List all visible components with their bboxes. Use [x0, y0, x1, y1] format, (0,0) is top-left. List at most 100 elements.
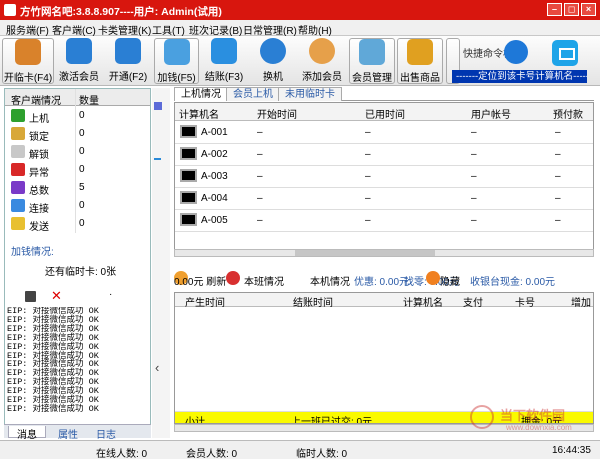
- checkout-button[interactable]: 结账(F3): [202, 38, 246, 84]
- main-tabs: 上机情况 会员上机 未用临时卡: [174, 87, 594, 101]
- close-button[interactable]: ×: [581, 3, 596, 16]
- tab-member-online[interactable]: 会员上机: [226, 87, 280, 101]
- col-add[interactable]: 增加: [571, 294, 591, 309]
- col-user-account[interactable]: 用户帐号: [471, 106, 511, 121]
- add-member-icon: [309, 38, 335, 64]
- table-row[interactable]: A-003 – – – –: [175, 166, 593, 188]
- machine-status-button[interactable]: 本机情况: [310, 273, 350, 288]
- col-start-time[interactable]: 开始时间: [257, 106, 297, 121]
- shift-status-button[interactable]: 本班情况: [244, 273, 284, 288]
- bottom-status-bar: 在线人数: 0 会员人数: 0 临时人数: 0 16:44:35: [0, 440, 600, 459]
- col-checkout-time[interactable]: 结账时间: [293, 294, 333, 309]
- col-computer-name[interactable]: 计算机名: [179, 106, 219, 121]
- online-count: 在线人数: 0: [96, 449, 148, 459]
- status-row-send[interactable]: 发送 0: [5, 215, 150, 233]
- menu-card-management[interactable]: 卡类管理(K): [98, 22, 151, 37]
- status-row-error[interactable]: 异常 0: [5, 161, 150, 179]
- stop-square-icon: [115, 38, 141, 64]
- table-row[interactable]: A-005 – – – –: [175, 210, 593, 232]
- status-row-locked[interactable]: 锁定 0: [5, 125, 150, 143]
- left-tab-strip: 消息 属性 日志: [4, 424, 151, 441]
- status-row-total[interactable]: 总数 5: [5, 179, 150, 197]
- refresh-button[interactable]: 0.00元 刷新: [174, 273, 226, 288]
- grid-horizontal-scrollbar[interactable]: [174, 249, 594, 257]
- grid-header: 计算机名 开始时间 已用时间 用户帐号 预付款: [175, 103, 593, 121]
- member-count: 会员人数: 0: [186, 449, 238, 459]
- member-cards-icon: [359, 39, 385, 65]
- client-status-panel: 客户端情况 数量 上机 0 锁定 0 解锁 0 异常 0 总数 5 连接 0 发…: [4, 88, 151, 438]
- status-row-online[interactable]: 上机 0: [5, 107, 150, 125]
- client-status-column: 客户端情况: [11, 96, 61, 107]
- table-row[interactable]: A-004 – – – –: [175, 188, 593, 210]
- clock: 16:44:35: [552, 445, 591, 456]
- menu-help[interactable]: 帮助(H): [298, 22, 332, 37]
- refresh-icon: [260, 38, 286, 64]
- col-payment[interactable]: 支付: [463, 294, 483, 309]
- open-button[interactable]: 开通(F2): [106, 38, 150, 84]
- menu-daily-management[interactable]: 日常管理(R): [243, 22, 297, 37]
- activate-member-button[interactable]: 激活会员: [56, 38, 102, 84]
- add-member-button[interactable]: 添加会员: [298, 38, 346, 84]
- chat-bubble-icon: [211, 38, 237, 64]
- shift-icon: [226, 271, 240, 285]
- maximize-button[interactable]: ◻: [564, 3, 579, 16]
- check-icon: [11, 109, 25, 122]
- col-card-number[interactable]: 卡号: [515, 294, 535, 309]
- minimize-button[interactable]: –: [547, 3, 562, 16]
- watermark: 当下软件园 www.downxia.com: [470, 405, 595, 435]
- sell-arrows-icon: [407, 39, 433, 65]
- menu-tools[interactable]: 工具(T): [152, 22, 185, 37]
- monitor-icon: [180, 191, 197, 204]
- menu-server[interactable]: 服务端(F): [6, 22, 49, 37]
- hide-icon: [426, 271, 440, 285]
- save-icon[interactable]: [25, 291, 36, 302]
- status-row-unlocked[interactable]: 解锁 0: [5, 143, 150, 161]
- col-computer-name[interactable]: 计算机名: [403, 294, 443, 309]
- tab-log[interactable]: 日志: [88, 426, 124, 441]
- col-used-time[interactable]: 已用时间: [365, 106, 405, 121]
- panel-splitter[interactable]: [152, 88, 170, 438]
- menu-bar: 服务端(F) 客户端(C) 卡类管理(K) 工具(T) 班次记录(B) 日常管理…: [0, 20, 600, 37]
- hide-button[interactable]: 隐藏: [440, 273, 460, 288]
- delete-icon[interactable]: ✕: [51, 288, 62, 304]
- monitor-icon: [180, 125, 197, 138]
- menu-client[interactable]: 客户端(C): [52, 22, 96, 37]
- temp-card-count: 还有临时卡: 0张: [45, 267, 117, 278]
- watermark-url: www.downxia.com: [506, 423, 572, 432]
- message-log: EIP: 对接微信成功 OK EIP: 对接微信成功 OK EIP: 对接微信成…: [7, 307, 148, 421]
- col-created-time[interactable]: 产生时间: [185, 294, 225, 309]
- previous-shift-value: 上一班已过交: 0元: [291, 417, 373, 424]
- menu-shift-records[interactable]: 班次记录(B): [189, 22, 242, 37]
- count-column: 数量: [79, 96, 99, 107]
- upload-icon[interactable]: [504, 40, 528, 64]
- error-monitor-icon: [11, 163, 25, 176]
- table-row[interactable]: A-002 – – – –: [175, 144, 593, 166]
- tab-messages[interactable]: 消息: [8, 426, 46, 441]
- status-row-connected[interactable]: 连接 0: [5, 197, 150, 215]
- computer-icon[interactable]: [552, 40, 578, 66]
- tab-unused-temp-card[interactable]: 未用临时卡: [278, 87, 342, 101]
- collapse-left-icon[interactable]: ‹: [155, 360, 159, 375]
- switch-machine-button[interactable]: 换机: [255, 38, 291, 84]
- temp-count: 临时人数: 0: [296, 449, 348, 459]
- grid-view-icon[interactable]: [154, 102, 162, 110]
- command-input[interactable]: -------定位到该卡号计算机名-------: [452, 70, 587, 83]
- tab-online-status[interactable]: 上机情况: [174, 87, 228, 101]
- table-row[interactable]: A-001 – – – –: [175, 122, 593, 144]
- connect-monitor-icon: [11, 199, 25, 212]
- tab-properties[interactable]: 属性: [50, 426, 86, 441]
- app-icon: [4, 4, 16, 16]
- discount-value: 优惠: 0.00元: [354, 277, 410, 288]
- col-prepay[interactable]: 预付款: [553, 106, 583, 121]
- monitor-icon: [180, 213, 197, 226]
- money-icon: [163, 39, 190, 65]
- window-title: 方竹网名吧:3.8.8.907----用户: Admin(试用): [20, 6, 222, 18]
- sell-goods-button[interactable]: 出售商品: [397, 38, 443, 84]
- scrollbar-thumb[interactable]: [295, 250, 435, 256]
- add-money-button[interactable]: 加钱(F5): [154, 38, 199, 84]
- open-temp-card-button[interactable]: 开临卡(F4): [2, 38, 54, 84]
- log-line: EIP: 对接微信成功 OK: [7, 403, 99, 414]
- member-management-button[interactable]: 会员管理: [349, 38, 395, 84]
- watermark-title: 当下软件园: [500, 408, 566, 423]
- cash-register-value: 收银台现金: 0.00元: [470, 277, 556, 288]
